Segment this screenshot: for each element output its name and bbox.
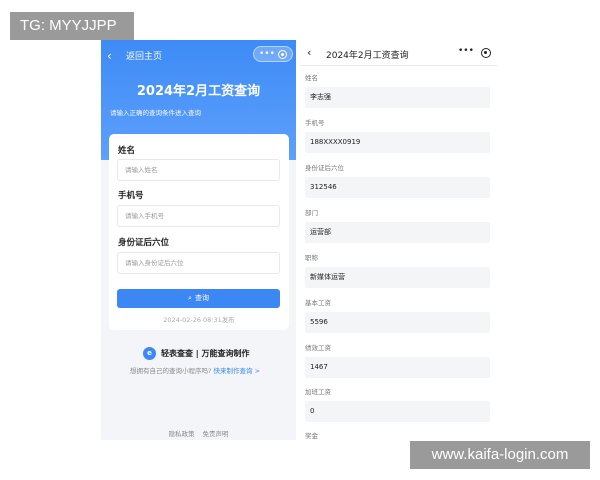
result-field-label: 奖金 bbox=[305, 432, 318, 440]
watermark-top: TG: MYYJJPP bbox=[10, 12, 134, 40]
phone-input[interactable]: 请输入手机号 bbox=[117, 205, 280, 227]
result-field-value: 0 bbox=[305, 401, 490, 422]
brand-logo-icon: e bbox=[143, 347, 156, 360]
result-field-value: 新媒体运营 bbox=[305, 267, 490, 288]
result-field-value: 5596 bbox=[305, 312, 490, 333]
more-icon[interactable]: ••• bbox=[458, 46, 474, 56]
id-input[interactable]: 请输入身份证后六位 bbox=[117, 252, 280, 274]
name-input[interactable]: 请输入姓名 bbox=[117, 159, 280, 181]
name-label: 姓名 bbox=[118, 146, 136, 156]
more-icon[interactable]: ••• bbox=[259, 48, 275, 60]
result-field-value: 李志强 bbox=[305, 87, 490, 108]
result-field-label: 基本工资 bbox=[305, 299, 331, 307]
result-field-label: 身份证后六位 bbox=[305, 164, 344, 172]
phone-label: 手机号 bbox=[118, 191, 144, 201]
miniprogram-capsule[interactable]: ••• bbox=[253, 46, 293, 62]
result-field-value: 运营部 bbox=[305, 222, 490, 243]
query-button[interactable]: ⌕ 查询 bbox=[117, 289, 280, 308]
close-target-icon[interactable] bbox=[481, 48, 491, 58]
result-field-label: 姓名 bbox=[305, 74, 318, 82]
result-field-label: 加班工资 bbox=[305, 388, 331, 396]
result-field-label: 绩效工资 bbox=[305, 344, 331, 352]
brand-name: 轻表查查 | 万能查询制作 bbox=[161, 349, 250, 358]
header-divider bbox=[300, 65, 498, 66]
watermark-bottom: www.kaifa-login.com bbox=[410, 441, 590, 469]
close-target-icon[interactable] bbox=[278, 50, 287, 59]
publish-time: 2024-02-26 08:31发布 bbox=[163, 316, 235, 324]
privacy-policy-link[interactable]: 隐私政策 bbox=[168, 430, 194, 438]
brand-prompt: 想拥有自己的查询小程序吗? bbox=[130, 367, 212, 375]
result-field-label: 手机号 bbox=[305, 119, 325, 127]
query-result-screen: ‹ 2024年2月工资查询 ••• 姓名 李志强 手机号 188XXXX0919… bbox=[300, 40, 498, 440]
back-home-link[interactable]: 返回主页 bbox=[126, 49, 162, 62]
result-title: 2024年2月工资查询 bbox=[326, 51, 409, 61]
result-field-label: 职称 bbox=[305, 254, 318, 262]
page-title: 2024年2月工资查询 bbox=[136, 84, 261, 99]
result-field-value: 312546 bbox=[305, 177, 490, 198]
disclaimer-link[interactable]: 免责声明 bbox=[203, 430, 229, 438]
result-field-value: 1467 bbox=[305, 357, 490, 378]
query-form-card: 姓名 请输入姓名 手机号 请输入手机号 身份证后六位 请输入身份证后六位 ⌕ 查询… bbox=[109, 134, 289, 330]
result-field-value: 188XXXX0919 bbox=[305, 132, 490, 153]
back-icon[interactable]: ‹ bbox=[307, 46, 311, 59]
search-icon: ⌕ bbox=[188, 294, 192, 302]
id-label: 身份证后六位 bbox=[118, 238, 170, 248]
query-button-label: 查询 bbox=[194, 294, 209, 302]
brand-promo: 想拥有自己的查询小程序吗? 快来制作查询 > bbox=[130, 365, 260, 375]
create-query-link[interactable]: 快来制作查询 > bbox=[214, 367, 261, 375]
result-field-label: 部门 bbox=[305, 209, 318, 217]
footer-links: 隐私政策 免责声明 bbox=[101, 428, 296, 438]
page-subtitle: 请输入正确的查询条件进入查询 bbox=[110, 109, 201, 117]
brand-row: e 轻表查查 | 万能查询制作 bbox=[143, 347, 283, 361]
query-form-screen: ‹ 返回主页 ••• 2024年2月工资查询 请输入正确的查询条件进入查询 姓名… bbox=[101, 40, 296, 440]
back-icon[interactable]: ‹ bbox=[107, 48, 123, 64]
